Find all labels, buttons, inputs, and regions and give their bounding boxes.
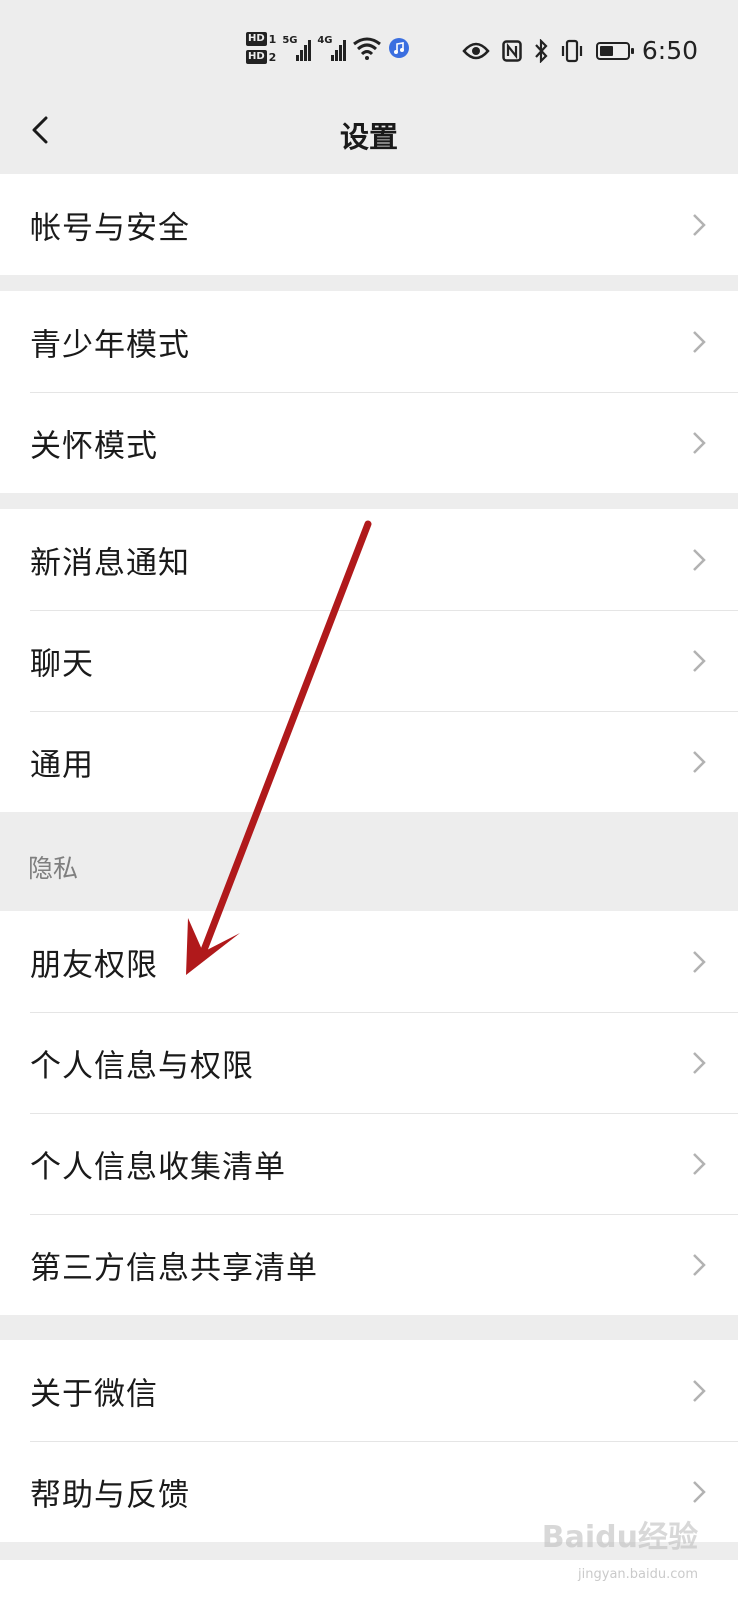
network-type-4g: 4G: [317, 35, 333, 46]
settings-item-notifications[interactable]: 新消息通知: [0, 509, 738, 610]
settings-item-label: 青少年模式: [30, 327, 190, 363]
settings-item-third-party-sharing[interactable]: 第三方信息共享清单: [0, 1214, 738, 1315]
settings-item-friend-permissions[interactable]: 朋友权限: [0, 911, 738, 1012]
wifi-icon: [353, 37, 382, 60]
settings-item-label: 个人信息收集清单: [30, 1149, 286, 1185]
chevron-right-icon: [693, 1152, 706, 1175]
hd-index-2: 2: [268, 50, 277, 64]
settings-group-account: 帐号与安全: [0, 174, 738, 275]
music-app-icon: [389, 38, 410, 58]
settings-item-care-mode[interactable]: 关怀模式: [0, 392, 738, 493]
settings-item-teen-mode[interactable]: 青少年模式: [0, 291, 738, 392]
settings-item-personal-info-permissions[interactable]: 个人信息与权限: [0, 1012, 738, 1113]
watermark-url: jingyan.baidu.com: [578, 1567, 698, 1582]
chevron-right-icon: [693, 750, 706, 773]
chevron-right-icon: [693, 1051, 706, 1074]
battery-fill: [599, 45, 614, 56]
chevron-right-icon: [693, 1253, 706, 1276]
chevron-right-icon: [693, 548, 706, 571]
settings-screen: HD 1 HD 2 5G 4G 6:50 设置 帐号与安全 青少年模式 关怀模式…: [0, 0, 738, 1600]
section-header-privacy: 隐私: [28, 854, 79, 883]
hd-badge-2: HD 2: [246, 50, 276, 64]
bluetooth-icon: [535, 38, 548, 63]
status-bar: HD 1 HD 2 5G 4G 6:50: [0, 0, 738, 100]
settings-item-label: 通用: [30, 747, 94, 783]
settings-item-label: 帐号与安全: [30, 210, 190, 246]
settings-group-modes: 青少年模式 关怀模式: [0, 291, 738, 493]
chevron-right-icon: [693, 649, 706, 672]
signal-5g-icon: 5G: [282, 35, 312, 61]
settings-item-account-security[interactable]: 帐号与安全: [0, 174, 738, 275]
chevron-right-icon: [693, 1379, 706, 1402]
battery-icon: [595, 41, 634, 60]
signal-4g-icon: 4G: [317, 35, 347, 61]
chevron-right-icon: [693, 1480, 706, 1503]
hd-label-2: HD: [246, 50, 267, 64]
settings-item-label: 朋友权限: [30, 947, 158, 983]
status-bar-left: HD 1 HD 2 5G 4G: [246, 32, 410, 64]
settings-item-label: 新消息通知: [30, 545, 190, 581]
hd-label-1: HD: [246, 32, 267, 46]
settings-item-general[interactable]: 通用: [0, 711, 738, 812]
settings-item-personal-info-collection[interactable]: 个人信息收集清单: [0, 1113, 738, 1214]
settings-item-label: 关于微信: [30, 1376, 158, 1412]
watermark-logo: Baidu经验: [541, 1520, 698, 1555]
hd-badge-1: HD 1: [246, 32, 276, 46]
vibrate-icon: [561, 39, 582, 62]
settings-item-label: 个人信息与权限: [30, 1048, 254, 1084]
status-time: 6:50: [641, 36, 698, 65]
nav-bar: 设置: [0, 100, 738, 175]
settings-item-label: 聊天: [30, 646, 94, 682]
chevron-right-icon: [693, 950, 706, 973]
status-bar-right: 6:50: [462, 36, 698, 65]
nfc-icon: [502, 39, 522, 62]
settings-item-chat[interactable]: 聊天: [0, 610, 738, 711]
eye-icon: [462, 42, 490, 59]
network-type-5g: 5G: [282, 35, 298, 46]
chevron-right-icon: [693, 213, 706, 236]
settings-group-privacy: 朋友权限 个人信息与权限 个人信息收集清单 第三方信息共享清单: [0, 911, 738, 1315]
settings-item-label: 第三方信息共享清单: [30, 1250, 318, 1286]
settings-item-about-wechat[interactable]: 关于微信: [0, 1340, 738, 1441]
hd-index-1: 1: [268, 32, 277, 46]
settings-item-label: 关怀模式: [30, 428, 158, 464]
chevron-right-icon: [693, 330, 706, 353]
chevron-right-icon: [693, 431, 706, 454]
hd-indicators: HD 1 HD 2: [246, 32, 276, 64]
settings-group-general: 新消息通知 聊天 通用: [0, 509, 738, 812]
page-title: 设置: [339, 120, 398, 154]
settings-item-label: 帮助与反馈: [30, 1477, 190, 1513]
